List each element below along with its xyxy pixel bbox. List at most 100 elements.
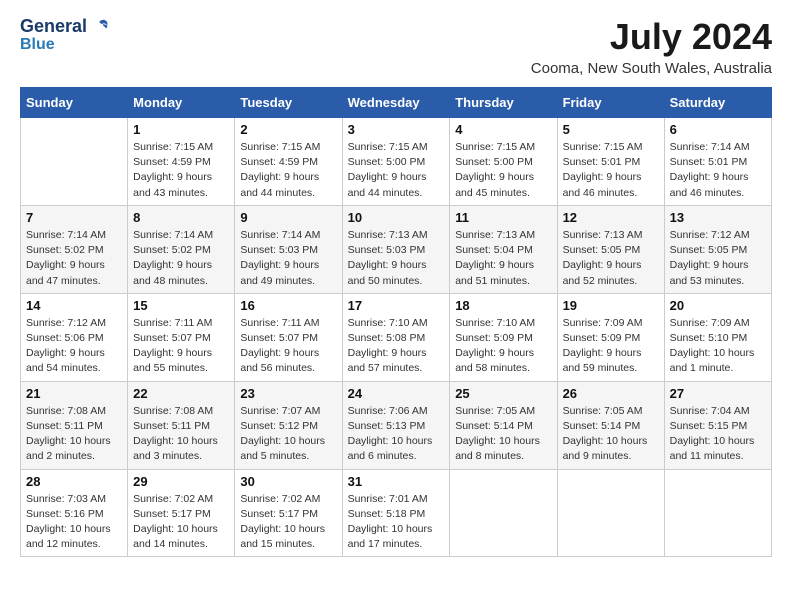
month-title: July 2024: [531, 16, 772, 58]
day-info: Sunrise: 7:14 AMSunset: 5:03 PMDaylight:…: [240, 228, 336, 289]
calendar-cell: 2 Sunrise: 7:15 AMSunset: 4:59 PMDaylight…: [235, 118, 342, 206]
page-header: General Blue July 2024 Cooma, New South …: [20, 16, 772, 77]
day-number: 25: [455, 386, 551, 401]
day-info: Sunrise: 7:08 AMSunset: 5:11 PMDaylight:…: [26, 404, 122, 465]
calendar-cell: 21 Sunrise: 7:08 AMSunset: 5:11 PMDayligh…: [21, 381, 128, 469]
day-of-week-header: Friday: [557, 88, 664, 118]
day-number: 2: [240, 122, 336, 137]
calendar-cell: 11 Sunrise: 7:13 AMSunset: 5:04 PMDayligh…: [450, 205, 557, 293]
calendar-cell: 29Sunrise: 7:02 AMSunset: 5:17 PMDayligh…: [128, 469, 235, 557]
calendar-header-row: SundayMondayTuesdayWednesdayThursdayFrid…: [21, 88, 772, 118]
calendar-cell: [664, 469, 771, 557]
day-number: 19: [563, 298, 659, 313]
day-number: 13: [670, 210, 766, 225]
calendar-cell: 24 Sunrise: 7:06 AMSunset: 5:13 PMDayligh…: [342, 381, 450, 469]
day-info: Sunrise: 7:02 AMSunset: 5:17 PMDaylight:…: [133, 492, 229, 553]
calendar-cell: 9 Sunrise: 7:14 AMSunset: 5:03 PMDaylight…: [235, 205, 342, 293]
day-number: 21: [26, 386, 122, 401]
day-info: Sunrise: 7:13 AMSunset: 5:03 PMDaylight:…: [348, 228, 445, 289]
calendar-cell: 19Sunrise: 7:09 AMSunset: 5:09 PMDayligh…: [557, 293, 664, 381]
day-number: 17: [348, 298, 445, 313]
calendar-cell: 3 Sunrise: 7:15 AMSunset: 5:00 PMDaylight…: [342, 118, 450, 206]
day-of-week-header: Monday: [128, 88, 235, 118]
calendar-cell: 16 Sunrise: 7:11 AMSunset: 5:07 PMDayligh…: [235, 293, 342, 381]
calendar-cell: 20 Sunrise: 7:09 AMSunset: 5:10 PMDayligh…: [664, 293, 771, 381]
day-info: Sunrise: 7:05 AMSunset: 5:14 PMDaylight:…: [563, 404, 659, 465]
calendar-week-row: 14 Sunrise: 7:12 AMSunset: 5:06 PMDayligh…: [21, 293, 772, 381]
calendar-cell: 6 Sunrise: 7:14 AMSunset: 5:01 PMDaylight…: [664, 118, 771, 206]
day-number: 16: [240, 298, 336, 313]
logo: General Blue: [20, 16, 110, 54]
day-of-week-header: Thursday: [450, 88, 557, 118]
day-number: 3: [348, 122, 445, 137]
day-info: Sunrise: 7:11 AMSunset: 5:07 PMDaylight:…: [240, 316, 336, 377]
calendar-cell: 18 Sunrise: 7:10 AMSunset: 5:09 PMDayligh…: [450, 293, 557, 381]
day-number: 7: [26, 210, 122, 225]
logo-text: General: [20, 16, 110, 38]
logo-line2: Blue: [20, 36, 110, 54]
day-of-week-header: Saturday: [664, 88, 771, 118]
day-number: 31: [348, 474, 445, 489]
day-info: Sunrise: 7:05 AMSunset: 5:14 PMDaylight:…: [455, 404, 551, 465]
day-info: Sunrise: 7:13 AMSunset: 5:05 PMDaylight:…: [563, 228, 659, 289]
day-info: Sunrise: 7:02 AMSunset: 5:17 PMDaylight:…: [240, 492, 336, 553]
day-number: 11: [455, 210, 551, 225]
day-info: Sunrise: 7:14 AMSunset: 5:02 PMDaylight:…: [133, 228, 229, 289]
day-number: 18: [455, 298, 551, 313]
calendar-cell: 17 Sunrise: 7:10 AMSunset: 5:08 PMDayligh…: [342, 293, 450, 381]
day-info: Sunrise: 7:08 AMSunset: 5:11 PMDaylight:…: [133, 404, 229, 465]
day-info: Sunrise: 7:01 AMSunset: 5:18 PMDaylight:…: [348, 492, 445, 553]
calendar-table: SundayMondayTuesdayWednesdayThursdayFrid…: [20, 87, 772, 557]
calendar-week-row: 28Sunrise: 7:03 AMSunset: 5:16 PMDayligh…: [21, 469, 772, 557]
calendar-week-row: 7 Sunrise: 7:14 AMSunset: 5:02 PMDaylight…: [21, 205, 772, 293]
day-of-week-header: Tuesday: [235, 88, 342, 118]
calendar-cell: [557, 469, 664, 557]
calendar-cell: 14 Sunrise: 7:12 AMSunset: 5:06 PMDayligh…: [21, 293, 128, 381]
day-number: 6: [670, 122, 766, 137]
calendar-cell: 23Sunrise: 7:07 AMSunset: 5:12 PMDayligh…: [235, 381, 342, 469]
calendar-cell: 15 Sunrise: 7:11 AMSunset: 5:07 PMDayligh…: [128, 293, 235, 381]
location-title: Cooma, New South Wales, Australia: [531, 60, 772, 77]
logo-bird-icon: [88, 16, 110, 38]
calendar-cell: 28Sunrise: 7:03 AMSunset: 5:16 PMDayligh…: [21, 469, 128, 557]
day-info: Sunrise: 7:03 AMSunset: 5:16 PMDaylight:…: [26, 492, 122, 553]
calendar-cell: 7 Sunrise: 7:14 AMSunset: 5:02 PMDaylight…: [21, 205, 128, 293]
calendar-cell: 27Sunrise: 7:04 AMSunset: 5:15 PMDayligh…: [664, 381, 771, 469]
day-number: 15: [133, 298, 229, 313]
day-info: Sunrise: 7:13 AMSunset: 5:04 PMDaylight:…: [455, 228, 551, 289]
day-number: 20: [670, 298, 766, 313]
day-number: 12: [563, 210, 659, 225]
day-number: 14: [26, 298, 122, 313]
day-info: Sunrise: 7:15 AMSunset: 4:59 PMDaylight:…: [240, 140, 336, 201]
calendar-cell: 13 Sunrise: 7:12 AMSunset: 5:05 PMDayligh…: [664, 205, 771, 293]
day-of-week-header: Sunday: [21, 88, 128, 118]
calendar-cell: 25 Sunrise: 7:05 AMSunset: 5:14 PMDayligh…: [450, 381, 557, 469]
day-info: Sunrise: 7:11 AMSunset: 5:07 PMDaylight:…: [133, 316, 229, 377]
calendar-cell: [21, 118, 128, 206]
day-number: 24: [348, 386, 445, 401]
day-number: 4: [455, 122, 551, 137]
calendar-cell: 10Sunrise: 7:13 AMSunset: 5:03 PMDayligh…: [342, 205, 450, 293]
calendar-cell: 26 Sunrise: 7:05 AMSunset: 5:14 PMDayligh…: [557, 381, 664, 469]
calendar-cell: 31 Sunrise: 7:01 AMSunset: 5:18 PMDayligh…: [342, 469, 450, 557]
day-number: 27: [670, 386, 766, 401]
day-info: Sunrise: 7:15 AMSunset: 5:00 PMDaylight:…: [348, 140, 445, 201]
day-info: Sunrise: 7:14 AMSunset: 5:02 PMDaylight:…: [26, 228, 122, 289]
day-info: Sunrise: 7:06 AMSunset: 5:13 PMDaylight:…: [348, 404, 445, 465]
day-number: 22: [133, 386, 229, 401]
day-info: Sunrise: 7:14 AMSunset: 5:01 PMDaylight:…: [670, 140, 766, 201]
calendar-cell: 1Sunrise: 7:15 AMSunset: 4:59 PMDaylight…: [128, 118, 235, 206]
day-info: Sunrise: 7:10 AMSunset: 5:09 PMDaylight:…: [455, 316, 551, 377]
calendar-cell: 4Sunrise: 7:15 AMSunset: 5:00 PMDaylight…: [450, 118, 557, 206]
day-number: 30: [240, 474, 336, 489]
day-number: 26: [563, 386, 659, 401]
day-info: Sunrise: 7:10 AMSunset: 5:08 PMDaylight:…: [348, 316, 445, 377]
day-info: Sunrise: 7:09 AMSunset: 5:10 PMDaylight:…: [670, 316, 766, 377]
calendar-cell: 12 Sunrise: 7:13 AMSunset: 5:05 PMDayligh…: [557, 205, 664, 293]
day-info: Sunrise: 7:12 AMSunset: 5:05 PMDaylight:…: [670, 228, 766, 289]
day-number: 9: [240, 210, 336, 225]
day-info: Sunrise: 7:12 AMSunset: 5:06 PMDaylight:…: [26, 316, 122, 377]
day-number: 8: [133, 210, 229, 225]
calendar-cell: [450, 469, 557, 557]
day-info: Sunrise: 7:15 AMSunset: 5:01 PMDaylight:…: [563, 140, 659, 201]
